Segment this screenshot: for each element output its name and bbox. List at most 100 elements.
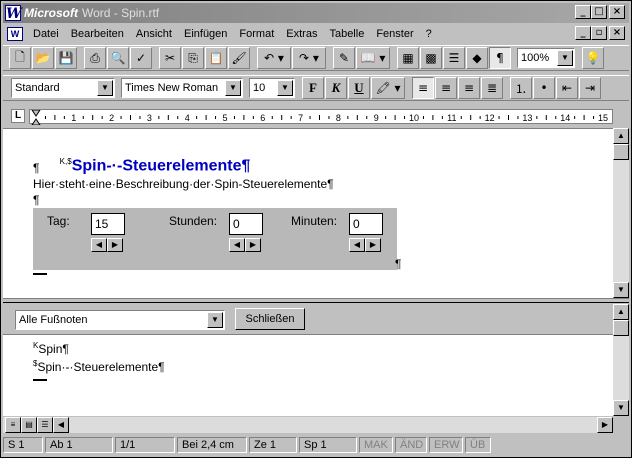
scroll-thumb[interactable]: [613, 320, 629, 336]
document-pane[interactable]: K,$Spin-·-Steuerelemente¶ ¶ Hier·steht·e…: [3, 128, 613, 298]
undo-icon[interactable]: ↶ ▾: [257, 47, 291, 69]
outline-view-icon[interactable]: ☰: [37, 417, 53, 433]
spelling-icon[interactable]: ✓: [130, 47, 152, 69]
stunden-spin[interactable]: ◀ ▶: [229, 238, 261, 252]
maximize-button[interactable]: □: [591, 5, 607, 19]
italic-button[interactable]: K: [325, 77, 347, 99]
bullets-icon[interactable]: •: [533, 77, 555, 99]
menu-bearbeiten[interactable]: Bearbeiten: [65, 28, 130, 40]
close-footnotes-button[interactable]: Schließen: [235, 308, 305, 330]
menu-format[interactable]: Format: [233, 28, 280, 40]
scroll-left-icon[interactable]: ◀: [53, 417, 69, 433]
normal-view-icon[interactable]: ≡: [5, 417, 21, 433]
menu-fenster[interactable]: Fenster: [370, 28, 419, 40]
font-size-select[interactable]: 10 ▼: [249, 78, 295, 98]
menu-einfuegen[interactable]: Einfügen: [178, 28, 233, 40]
underline-button[interactable]: U: [348, 77, 370, 99]
menu-datei[interactable]: Datei: [27, 28, 65, 40]
status-extend[interactable]: ERW: [429, 437, 463, 453]
spin-controls-panel: Tag: 15 ◀ ▶ Stunden: 0 ◀ ▶ Minuten: 0 ◀ ▶: [33, 208, 397, 270]
font-select[interactable]: Times New Roman ▼: [121, 78, 243, 98]
align-left-icon[interactable]: ≡: [412, 77, 434, 99]
justify-icon[interactable]: ≣: [481, 77, 503, 99]
align-center-icon[interactable]: ≡: [435, 77, 457, 99]
scroll-up-icon[interactable]: ▲: [613, 128, 629, 144]
open-folder-icon[interactable]: 📂: [32, 47, 54, 69]
tip-wizard-icon[interactable]: 💡: [582, 47, 604, 69]
chevron-down-icon[interactable]: ▼: [277, 80, 293, 96]
tag-spin[interactable]: ◀ ▶: [91, 238, 123, 252]
increment-icon[interactable]: ▶: [107, 238, 123, 252]
minuten-field[interactable]: 0: [349, 213, 383, 235]
chevron-down-icon[interactable]: ▼: [207, 312, 223, 328]
numbering-icon[interactable]: ⒈: [510, 77, 532, 99]
highlight-icon[interactable]: 🖍 ▾: [371, 77, 405, 99]
show-paragraph-marks-icon[interactable]: ¶: [489, 47, 511, 69]
horizontal-scrollbar[interactable]: ≡ ▤ ☰ ◀ ▶: [3, 417, 613, 433]
menu-help[interactable]: ?: [420, 28, 438, 40]
scroll-down-icon[interactable]: ▼: [613, 282, 629, 298]
scroll-down-icon[interactable]: ▼: [613, 400, 629, 416]
chevron-down-icon[interactable]: ▼: [557, 50, 573, 66]
insert-address-icon[interactable]: 📖 ▾: [356, 47, 390, 69]
copy-icon[interactable]: ⎘: [182, 47, 204, 69]
ruler-strip[interactable]: 1 2 3 4 5 6 7 8 9 10 11 12 13 14 15: [29, 109, 613, 125]
footnote-select[interactable]: Alle Fußnoten ▼: [15, 310, 225, 330]
doc-close-button[interactable]: ×: [609, 26, 625, 40]
doc-minimize-button[interactable]: _: [575, 26, 591, 40]
increment-icon[interactable]: ▶: [365, 238, 381, 252]
insert-table-icon[interactable]: ▦: [397, 47, 419, 69]
tab-stop-selector[interactable]: L: [11, 109, 25, 123]
scroll-thumb[interactable]: [613, 144, 629, 160]
scroll-up-icon[interactable]: ▲: [613, 304, 629, 320]
decrement-icon[interactable]: ◀: [349, 238, 365, 252]
chevron-down-icon[interactable]: ▼: [97, 80, 113, 96]
chevron-down-icon[interactable]: ▼: [225, 80, 241, 96]
increment-icon[interactable]: ▶: [245, 238, 261, 252]
decrease-indent-icon[interactable]: ⇤: [556, 77, 578, 99]
menu-ansicht[interactable]: Ansicht: [130, 28, 178, 40]
menu-tabelle[interactable]: Tabelle: [323, 28, 370, 40]
status-macro-record[interactable]: MAK: [359, 437, 393, 453]
tag-field[interactable]: 15: [91, 213, 125, 235]
footnote-2: $Spin·-·Steuerelemente¶: [33, 359, 165, 374]
menu-extras[interactable]: Extras: [280, 28, 323, 40]
title-bar[interactable]: W Microsoft Word - Spin.rtf _ □ ×: [3, 3, 629, 23]
stunden-field[interactable]: 0: [229, 213, 263, 235]
footnote-pane[interactable]: KSpin¶ $Spin·-·Steuerelemente¶: [3, 334, 613, 416]
document-scrollbar[interactable]: ▲ ▼: [613, 128, 629, 298]
word-app-icon[interactable]: W: [5, 5, 22, 22]
layout-view-icon[interactable]: ▤: [21, 417, 37, 433]
new-document-icon[interactable]: 🗋: [9, 47, 31, 69]
format-painter-icon[interactable]: 🖌: [228, 47, 250, 69]
doc-restore-button[interactable]: ▫: [591, 26, 607, 40]
minuten-spin[interactable]: ◀ ▶: [349, 238, 381, 252]
ruler[interactable]: L 1 2 3 4 5 6 7 8 9 10 11 12 13 14 15: [3, 105, 629, 127]
print-icon[interactable]: ⎙: [84, 47, 106, 69]
bold-button[interactable]: F: [302, 77, 324, 99]
status-track-changes[interactable]: ÄND: [395, 437, 427, 453]
document-icon[interactable]: W: [7, 26, 23, 41]
increase-indent-icon[interactable]: ⇥: [579, 77, 601, 99]
ruler-tick-label: 15: [598, 113, 608, 123]
drawing-icon[interactable]: ◆: [466, 47, 488, 69]
paste-icon[interactable]: 📋: [205, 47, 227, 69]
scroll-right-icon[interactable]: ▶: [597, 417, 613, 433]
decrement-icon[interactable]: ◀: [229, 238, 245, 252]
status-overtype[interactable]: ÜB: [465, 437, 491, 453]
print-preview-icon[interactable]: 🔍: [107, 47, 129, 69]
redo-icon[interactable]: ↷ ▾: [292, 47, 326, 69]
close-button[interactable]: ×: [609, 5, 625, 19]
cut-icon[interactable]: ✂: [159, 47, 181, 69]
insert-spreadsheet-icon[interactable]: ▩: [420, 47, 442, 69]
decrement-icon[interactable]: ◀: [91, 238, 107, 252]
align-right-icon[interactable]: ≡: [458, 77, 480, 99]
autoformat-icon[interactable]: ✎: [333, 47, 355, 69]
footnote-scrollbar[interactable]: ▲ ▼: [613, 304, 629, 416]
minimize-button[interactable]: _: [575, 5, 591, 19]
style-select[interactable]: Standard ▼: [11, 78, 115, 98]
save-icon[interactable]: 💾: [55, 47, 77, 69]
columns-icon[interactable]: ☰: [443, 47, 465, 69]
split-bar[interactable]: [3, 298, 629, 303]
zoom-select[interactable]: 100% ▼: [517, 48, 575, 68]
